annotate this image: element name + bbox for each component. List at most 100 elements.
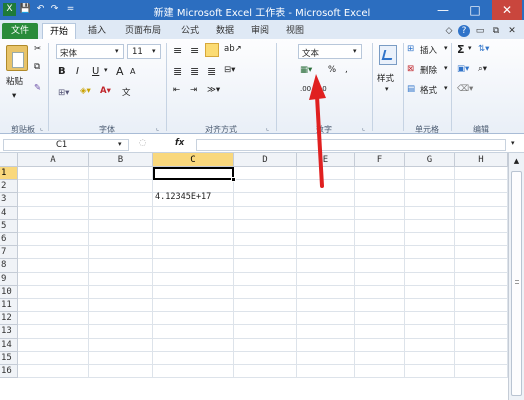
chevron-down-icon[interactable]: ▾ <box>444 84 448 92</box>
cell-e6[interactable] <box>297 233 355 247</box>
copy-icon[interactable]: ⧉ <box>34 62 40 72</box>
scroll-up-icon[interactable]: ▲ <box>511 157 522 166</box>
cell-e5[interactable] <box>297 219 355 233</box>
chevron-down-icon[interactable]: ▾ <box>468 44 472 52</box>
cell-g4[interactable] <box>405 206 455 220</box>
comma-button[interactable]: , <box>345 65 348 75</box>
cell-c11[interactable] <box>153 299 234 313</box>
close-button[interactable]: ✕ <box>492 0 522 20</box>
column-header-a[interactable]: A <box>18 153 89 167</box>
cell-f7[interactable] <box>355 246 405 260</box>
cell-d7[interactable] <box>234 246 297 260</box>
cell-e16[interactable] <box>297 365 355 379</box>
styles-button[interactable]: 样式 <box>377 72 394 84</box>
workbook-minimize-icon[interactable]: ▭ <box>474 23 486 39</box>
chevron-down-icon[interactable]: ▾ <box>444 64 448 72</box>
cell-e4[interactable] <box>297 206 355 220</box>
cell-b1[interactable] <box>89 167 153 181</box>
insert-cells-icon[interactable]: ⊞ <box>407 44 414 54</box>
paste-dropdown-icon[interactable]: ▾ <box>12 91 16 101</box>
cell-h2[interactable] <box>455 180 508 194</box>
cell-h5[interactable] <box>455 219 508 233</box>
align-bottom-icon[interactable] <box>205 43 219 57</box>
cell-g8[interactable] <box>405 259 455 273</box>
orientation-icon[interactable]: ≫▾ <box>207 85 220 95</box>
tab-data[interactable]: 数据 <box>210 23 240 39</box>
paste-button[interactable]: 粘贴 <box>6 75 23 87</box>
format-cells-button[interactable]: 格式 <box>420 84 437 96</box>
cell-h4[interactable] <box>455 206 508 220</box>
cell-g9[interactable] <box>405 272 455 286</box>
cell-b16[interactable] <box>89 365 153 379</box>
cell-f15[interactable] <box>355 351 405 365</box>
cell-f4[interactable] <box>355 206 405 220</box>
cell-b6[interactable] <box>89 233 153 247</box>
cell-c14[interactable] <box>153 338 234 352</box>
cell-a2[interactable] <box>18 180 89 194</box>
cell-f1[interactable] <box>355 167 405 181</box>
cell-d13[interactable] <box>234 325 297 339</box>
row-header-6[interactable]: 6 <box>0 233 18 247</box>
row-header-15[interactable]: 15 <box>0 351 18 365</box>
column-header-b[interactable]: B <box>89 153 153 167</box>
cell-c12[interactable] <box>153 312 234 326</box>
cell-e9[interactable] <box>297 272 355 286</box>
cell-c15[interactable] <box>153 351 234 365</box>
cell-b9[interactable] <box>89 272 153 286</box>
cell-e7[interactable] <box>297 246 355 260</box>
cell-g6[interactable] <box>405 233 455 247</box>
cell-a6[interactable] <box>18 233 89 247</box>
cell-h12[interactable] <box>455 312 508 326</box>
workbook-restore-icon[interactable]: ⧉ <box>490 23 502 39</box>
delete-cells-button[interactable]: 删除 <box>420 64 437 76</box>
align-right-icon[interactable]: ≣ <box>207 65 216 78</box>
cell-d5[interactable] <box>234 219 297 233</box>
cell-c5[interactable] <box>153 219 234 233</box>
font-launcher-icon[interactable]: ⌞ <box>156 124 159 132</box>
cell-e14[interactable] <box>297 338 355 352</box>
align-top-icon[interactable]: ≡ <box>173 44 182 57</box>
formula-cancel-icon[interactable]: ◌ <box>139 138 146 148</box>
row-header-9[interactable]: 9 <box>0 272 18 286</box>
number-launcher-icon[interactable]: ⌞ <box>362 124 365 132</box>
cell-f9[interactable] <box>355 272 405 286</box>
cell-a11[interactable] <box>18 299 89 313</box>
cell-e11[interactable] <box>297 299 355 313</box>
help-icon[interactable]: ? <box>458 25 470 37</box>
decrease-indent-icon[interactable]: ⇤ <box>173 85 180 95</box>
cell-a15[interactable] <box>18 351 89 365</box>
cell-b3[interactable] <box>89 193 153 207</box>
active-cell-c1[interactable] <box>153 167 234 180</box>
cell-b5[interactable] <box>89 219 153 233</box>
row-header-1[interactable]: 1 <box>0 167 18 181</box>
align-center-icon[interactable]: ≣ <box>190 65 199 78</box>
tab-page-layout[interactable]: 页面布局 <box>117 23 169 39</box>
cell-a10[interactable] <box>18 285 89 299</box>
find-select-icon[interactable]: ⌕▾ <box>478 64 487 74</box>
bold-button[interactable]: B <box>58 66 66 77</box>
number-format-select[interactable]: 文本 ▾ <box>298 44 362 59</box>
cell-h11[interactable] <box>455 299 508 313</box>
styles-dropdown-icon[interactable]: ▾ <box>385 85 389 93</box>
cell-h7[interactable] <box>455 246 508 260</box>
cell-d4[interactable] <box>234 206 297 220</box>
cell-a16[interactable] <box>18 365 89 379</box>
cell-d15[interactable] <box>234 351 297 365</box>
scrollbar-thumb[interactable] <box>511 171 522 396</box>
phonetic-button[interactable]: 文 <box>122 86 131 98</box>
minimize-button[interactable]: — <box>428 0 458 20</box>
underline-button[interactable]: U <box>92 66 99 77</box>
tab-home[interactable]: 开始 <box>42 23 76 39</box>
cell-d1[interactable] <box>234 167 297 181</box>
cell-c7[interactable] <box>153 246 234 260</box>
cell-c4[interactable] <box>153 206 234 220</box>
vertical-scrollbar[interactable]: ▲ <box>508 153 524 400</box>
select-all-corner[interactable] <box>0 153 18 167</box>
tab-view[interactable]: 视图 <box>280 23 310 39</box>
row-header-12[interactable]: 12 <box>0 312 18 326</box>
tab-file[interactable]: 文件 <box>2 23 38 39</box>
border-icon[interactable]: ⊞▾ <box>58 88 69 98</box>
row-header-11[interactable]: 11 <box>0 299 18 313</box>
cell-d3[interactable] <box>234 193 297 207</box>
cell-a9[interactable] <box>18 272 89 286</box>
